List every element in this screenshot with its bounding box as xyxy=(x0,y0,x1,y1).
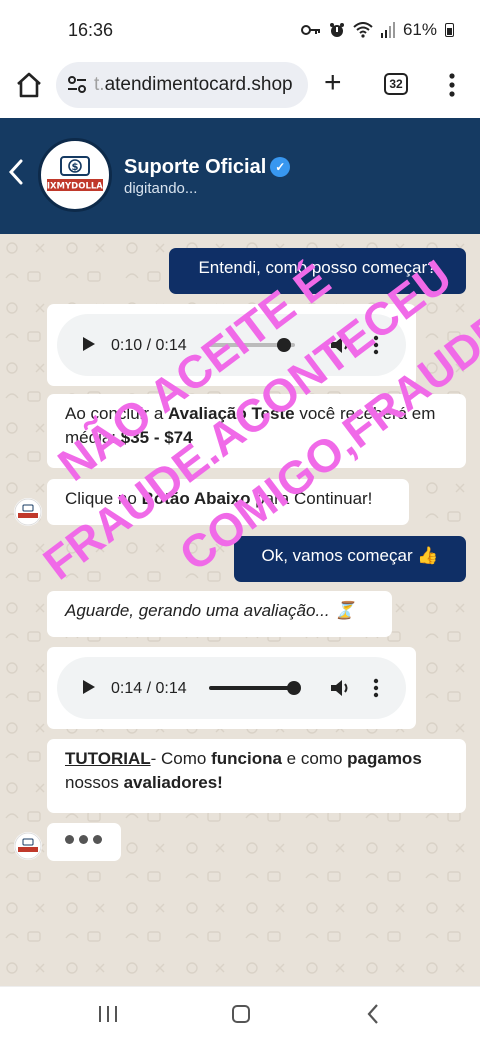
battery-percentage: 61% xyxy=(402,20,437,39)
message-bold-text: Avaliação Teste xyxy=(168,404,295,423)
volume-icon[interactable] xyxy=(329,334,351,356)
message-incoming[interactable]: Ao concluir a Avaliação Teste você receb… xyxy=(47,394,466,468)
play-icon[interactable] xyxy=(83,337,95,351)
signal-icon xyxy=(380,22,395,38)
audio-player: 0:10 / 0:14 xyxy=(57,314,406,376)
message-bold-text: avaliadores! xyxy=(123,773,223,792)
chat-messages[interactable]: Entendi, como posso começar? 0:10 / 0:14… xyxy=(0,234,480,986)
message-incoming[interactable]: Clique no Botão Abaixo para Continuar! xyxy=(47,479,409,525)
url-prefix: t. xyxy=(94,74,105,95)
key-icon xyxy=(300,25,320,35)
typing-status: digitando... xyxy=(124,180,198,197)
more-menu-icon[interactable] xyxy=(446,72,458,98)
message-text: nossos xyxy=(65,773,124,792)
status-icons: 61% xyxy=(300,20,454,40)
contact-avatar[interactable]: $ PIXMYDOLLAR xyxy=(38,138,112,212)
sender-avatar xyxy=(14,498,42,526)
system-nav-bar xyxy=(0,986,480,1042)
typing-indicator xyxy=(47,823,121,861)
pixmydollar-logo: $ PIXMYDOLLAR xyxy=(41,142,109,208)
sender-avatar-logo xyxy=(14,498,42,526)
battery-icon xyxy=(445,23,454,37)
message-bold-text: Botão Abaixo xyxy=(141,489,251,508)
contact-name[interactable]: Suporte Oficial ✓ xyxy=(124,156,291,179)
alarm-icon xyxy=(329,23,344,37)
typing-dot xyxy=(65,835,74,844)
audio-seek-knob[interactable] xyxy=(277,338,291,352)
typing-dot xyxy=(79,835,88,844)
message-text: e como xyxy=(281,749,348,768)
address-bar[interactable]: t.atendimentocard.shop xyxy=(56,62,308,108)
url-domain: atendimentocard.shop xyxy=(104,74,293,95)
typing-dot xyxy=(93,835,102,844)
audio-more-icon[interactable] xyxy=(373,678,379,698)
message-incoming[interactable]: Aguarde, gerando uma avaliação... ⏳ xyxy=(47,591,392,637)
sender-avatar-logo xyxy=(14,832,42,860)
new-tab-icon[interactable]: + xyxy=(324,68,342,98)
message-bold-text: $35 - $74 xyxy=(120,428,193,447)
audio-player: 0:14 / 0:14 xyxy=(57,657,406,719)
audio-more-icon[interactable] xyxy=(373,335,379,355)
sender-avatar xyxy=(14,832,42,860)
message-bold-text: funciona xyxy=(211,749,282,768)
message-bold-text: TUTORIAL xyxy=(65,749,151,768)
verified-badge-icon: ✓ xyxy=(270,157,291,177)
home-icon[interactable] xyxy=(14,70,44,100)
audio-time: 0:10 / 0:14 xyxy=(111,337,187,354)
volume-icon[interactable] xyxy=(329,677,351,699)
chat-header: $ PIXMYDOLLAR Suporte Oficial ✓ digitando… xyxy=(0,118,480,234)
audio-seek-bar[interactable] xyxy=(209,686,295,690)
back-button-icon[interactable] xyxy=(366,1003,380,1025)
browser-toolbar: t.atendimentocard.shop + 32 xyxy=(0,60,480,118)
home-button-icon[interactable] xyxy=(232,1005,250,1023)
audio-seek-knob[interactable] xyxy=(287,681,301,695)
site-settings-icon[interactable] xyxy=(66,74,88,96)
message-text: - Como xyxy=(150,749,212,768)
svg-text:PIXMYDOLLAR: PIXMYDOLLAR xyxy=(41,182,109,192)
contact-name-text: Suporte Oficial xyxy=(124,156,267,178)
message-text: Clique no xyxy=(65,489,142,508)
status-time: 16:36 xyxy=(68,20,114,40)
url-text: t.atendimentocard.shop xyxy=(94,74,293,96)
play-icon[interactable] xyxy=(83,680,95,694)
audio-message: 0:14 / 0:14 xyxy=(47,647,416,729)
audio-time: 0:14 / 0:14 xyxy=(111,680,187,697)
recent-apps-icon[interactable] xyxy=(98,1005,118,1023)
wifi-icon xyxy=(353,22,373,38)
message-text: para Continuar! xyxy=(250,489,373,508)
audio-message: 0:10 / 0:14 xyxy=(47,304,416,386)
message-bold-text: pagamos xyxy=(347,749,422,768)
message-text: Ao concluir a xyxy=(65,404,168,423)
back-arrow-icon[interactable] xyxy=(6,158,26,186)
message-incoming[interactable]: TUTORIAL- Como funciona e como pagamos n… xyxy=(47,739,466,813)
message-outgoing[interactable]: Ok, vamos começar 👍 xyxy=(234,536,466,582)
message-outgoing[interactable]: Entendi, como posso começar? xyxy=(169,248,466,294)
tabs-icon[interactable]: 32 xyxy=(384,73,408,95)
svg-text:$: $ xyxy=(72,162,79,173)
status-bar: 16:36 61% xyxy=(0,0,480,60)
